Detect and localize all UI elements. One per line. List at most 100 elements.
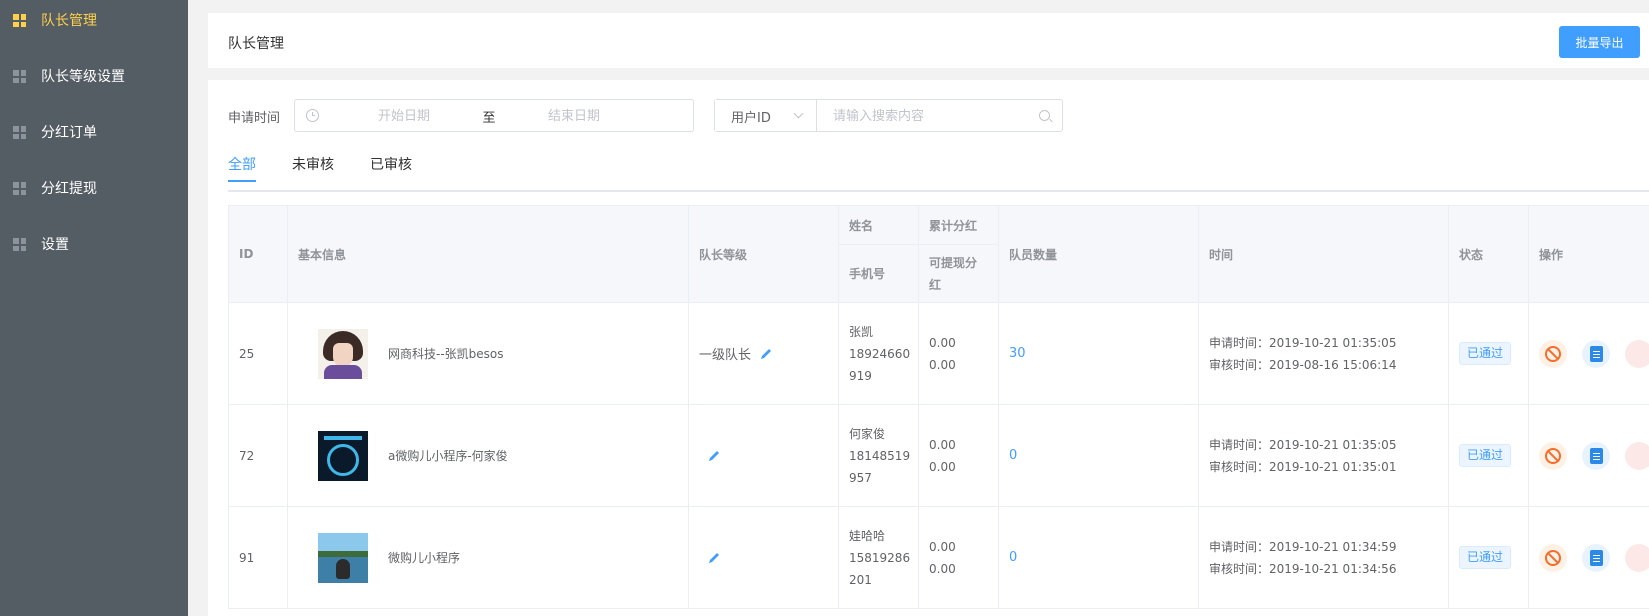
cell-time: 申请时间：2019-10-21 01:35:05 审核时间：2019-10-21… [1198, 404, 1449, 507]
withdrawable-bonus: 0.00 [929, 459, 956, 474]
ban-icon [1545, 549, 1561, 566]
batch-export-button[interactable]: 批量导出 [1559, 26, 1640, 58]
apply-time-label: 申请时间 [228, 111, 281, 126]
tab-unreviewed[interactable]: 未审核 [292, 154, 334, 174]
captain-phone-line1: 18924660 [849, 346, 911, 361]
captain-table: ID 基本信息 队长等级 姓名 累计分红 队员数量 时间 状态 操作 手机号 可… [228, 205, 1649, 609]
tab-reviewed[interactable]: 已审核 [370, 154, 412, 174]
review-time: 审核时间：2019-08-16 15:06:14 [1209, 357, 1397, 372]
captain-phone-line1: 18148519 [849, 448, 911, 463]
cell-info: 微购儿小程序 [287, 506, 689, 609]
column-header-member-count: 队员数量 [998, 205, 1199, 303]
withdrawable-bonus: 0.00 [929, 561, 956, 576]
detail-button[interactable] [1582, 441, 1610, 470]
sidebar-item-captain-level-settings[interactable]: 队长等级设置 [0, 56, 188, 96]
document-icon [1589, 549, 1603, 566]
cell-ops [1528, 302, 1649, 405]
column-header-level: 队长等级 [688, 205, 839, 303]
review-time: 审核时间：2019-10-21 01:34:56 [1209, 561, 1397, 576]
status-badge: 已通过 [1459, 342, 1512, 365]
date-range-picker[interactable]: 至 [294, 99, 694, 132]
table-row: 72 a微购儿小程序-何家俊 何家俊 18148519 957 0.00 0.0… [228, 404, 1649, 507]
header-card: 队长管理 批量导出 [208, 13, 1649, 68]
cell-ops [1528, 404, 1649, 507]
review-time: 审核时间：2019-10-21 01:35:01 [1209, 459, 1397, 474]
member-count-link[interactable]: 0 [1009, 448, 1017, 463]
sidebar-item-label: 队长等级设置 [41, 69, 125, 85]
delete-button[interactable] [1625, 543, 1649, 572]
grid-icon [13, 182, 26, 195]
disable-button[interactable] [1539, 543, 1567, 572]
captain-phone-line2: 957 [849, 470, 872, 485]
disable-button[interactable] [1539, 441, 1567, 470]
withdrawable-bonus: 0.00 [929, 357, 956, 372]
withdrawable-header-line2: 红 [929, 277, 942, 292]
search-icon[interactable] [1039, 110, 1050, 121]
cell-member-count: 30 [998, 302, 1199, 405]
delete-button[interactable] [1625, 441, 1649, 470]
cell-level [688, 404, 839, 507]
start-date-input[interactable] [329, 107, 479, 125]
status-tabs: 全部 未审核 已审核 [228, 150, 1649, 192]
column-header-time: 时间 [1198, 205, 1449, 303]
search-input[interactable] [833, 107, 1023, 125]
cell-time: 申请时间：2019-10-21 01:34:59 审核时间：2019-10-21… [1198, 506, 1449, 609]
status-badge: 已通过 [1459, 444, 1512, 467]
disable-button[interactable] [1539, 339, 1567, 368]
avatar [318, 430, 368, 481]
apply-time: 申请时间：2019-10-21 01:35:05 [1209, 437, 1397, 452]
captain-level-text: 一级队长 [699, 348, 752, 363]
pencil-icon[interactable] [759, 347, 773, 361]
cell-id: 72 [228, 404, 288, 507]
captain-phone-line1: 15819286 [849, 550, 911, 565]
clock-icon [306, 109, 319, 122]
member-count-link[interactable]: 30 [1009, 346, 1026, 361]
sidebar-item-label: 设置 [41, 237, 69, 253]
detail-button[interactable] [1582, 339, 1610, 368]
search-field-select[interactable]: 用户ID [715, 100, 817, 131]
pencil-icon[interactable] [707, 551, 721, 565]
member-count-link[interactable]: 0 [1009, 550, 1017, 565]
column-header-ops: 操作 [1528, 205, 1649, 303]
date-separator: 至 [482, 111, 496, 126]
captain-name: 何家俊 [849, 426, 886, 441]
cell-member-count: 0 [998, 506, 1199, 609]
avatar [318, 532, 368, 583]
captain-info-text: 网商科技--张凯besos [388, 347, 504, 361]
search-field-selected: 用户ID [731, 111, 771, 126]
end-date-input[interactable] [499, 107, 649, 125]
column-header-id: ID [228, 205, 288, 303]
chevron-down-icon [793, 108, 804, 119]
table-row: 91 微购儿小程序 娃哈哈 15819286 201 0.00 0.00 0 申… [228, 506, 1649, 609]
pencil-icon[interactable] [707, 449, 721, 463]
cell-status: 已通过 [1448, 404, 1529, 507]
sidebar: 队长管理 队长等级设置 分红订单 分红提现 设置 [0, 0, 188, 616]
sidebar-item-label: 分红订单 [41, 125, 97, 141]
tab-all[interactable]: 全部 [228, 154, 256, 174]
cell-id: 91 [228, 506, 288, 609]
cell-name-phone: 何家俊 18148519 957 [838, 404, 919, 507]
sidebar-item-captain-management[interactable]: 队长管理 [0, 0, 188, 40]
sidebar-item-settings[interactable]: 设置 [0, 224, 188, 264]
delete-button[interactable] [1625, 339, 1649, 368]
detail-button[interactable] [1582, 543, 1610, 572]
total-bonus: 0.00 [929, 335, 956, 350]
column-header-phone: 手机号 [838, 244, 919, 303]
cell-time: 申请时间：2019-10-21 01:35:05 审核时间：2019-08-16… [1198, 302, 1449, 405]
ban-icon [1545, 447, 1561, 464]
captain-info-text: a微购儿小程序-何家俊 [388, 449, 508, 463]
document-icon [1589, 447, 1603, 464]
cell-name-phone: 娃哈哈 15819286 201 [838, 506, 919, 609]
cell-bonus: 0.00 0.00 [918, 404, 999, 507]
cell-info: a微购儿小程序-何家俊 [287, 404, 689, 507]
sidebar-item-bonus-withdraw[interactable]: 分红提现 [0, 168, 188, 208]
captain-phone-line2: 919 [849, 368, 872, 383]
captain-info-text: 微购儿小程序 [388, 551, 461, 565]
cell-level: 一级队长 [688, 302, 839, 405]
ban-icon [1545, 345, 1561, 362]
apply-time: 申请时间：2019-10-21 01:34:59 [1209, 539, 1397, 554]
grid-icon [13, 70, 26, 83]
withdrawable-header-line1: 可提现分 [929, 255, 978, 270]
cell-member-count: 0 [998, 404, 1199, 507]
sidebar-item-bonus-orders[interactable]: 分红订单 [0, 112, 188, 152]
